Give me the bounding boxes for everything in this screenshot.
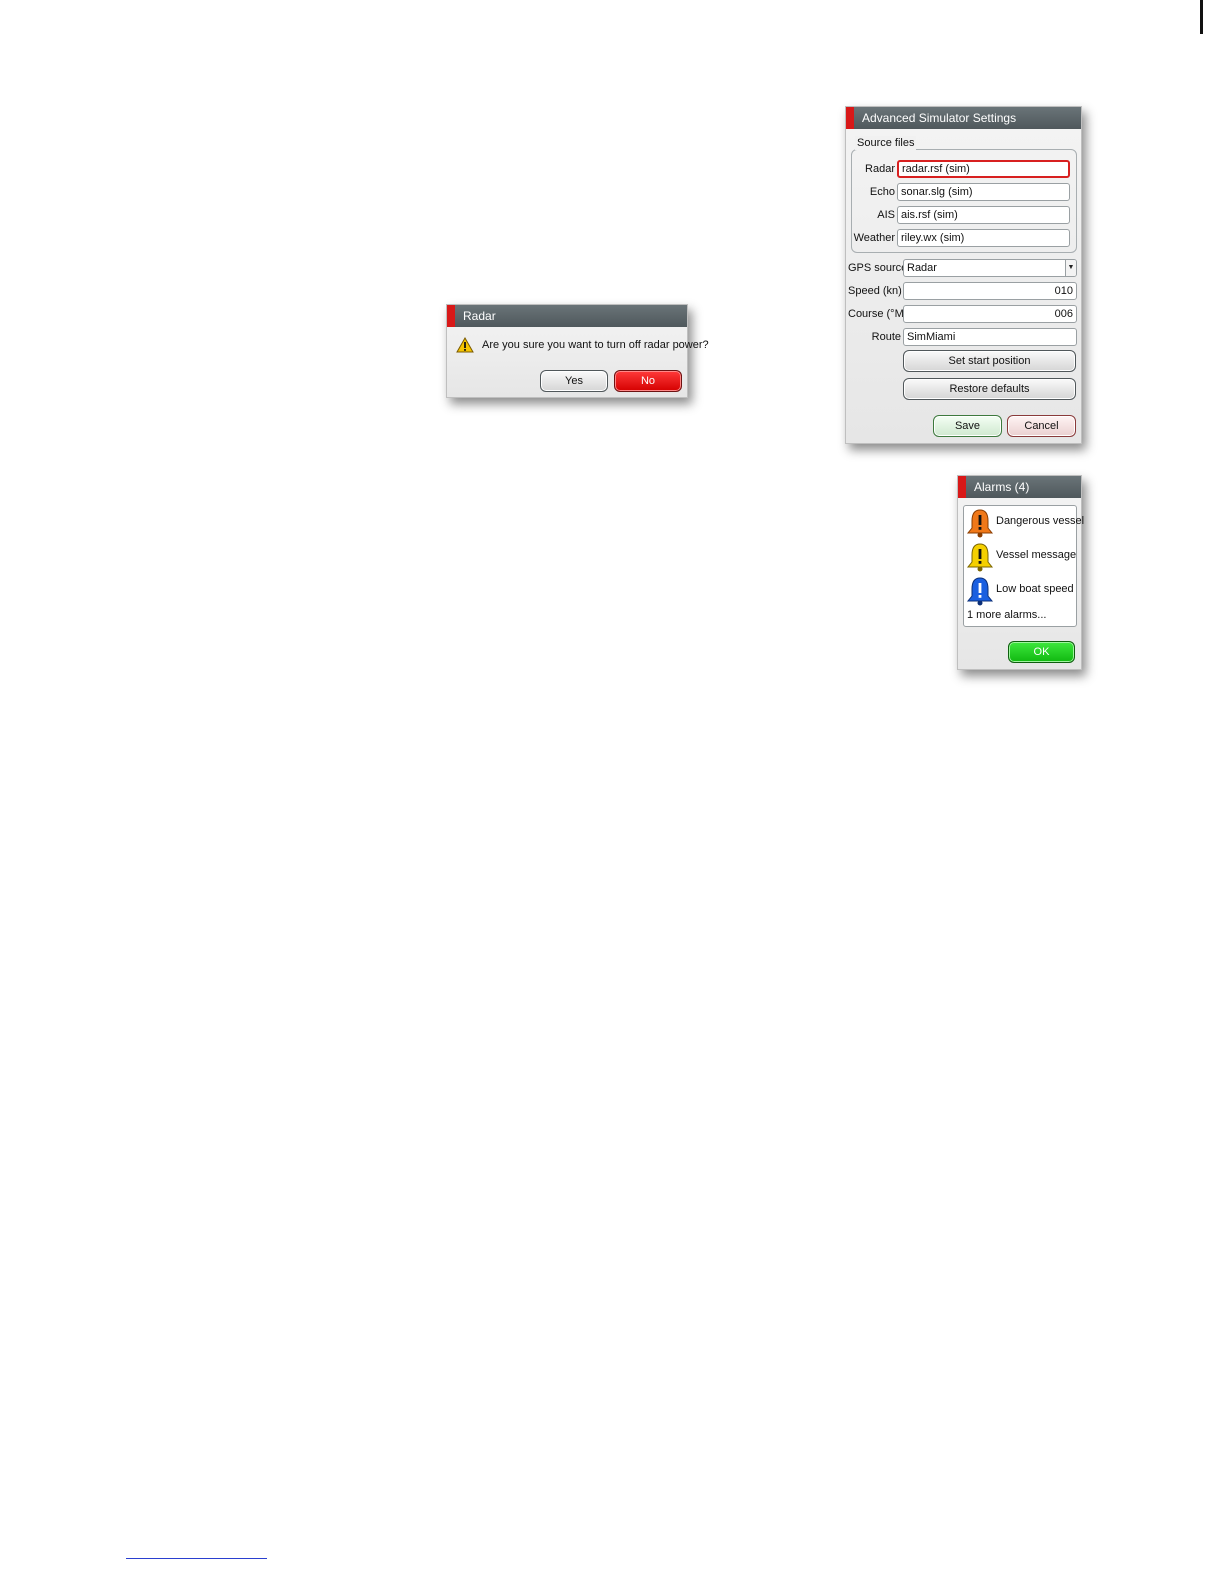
restore-defaults-button[interactable]: Restore defaults — [903, 378, 1076, 400]
radar-file-field[interactable]: radar.rsf (sim) — [897, 160, 1070, 178]
echo-file-label: Echo — [869, 186, 895, 198]
route-label: Route — [871, 331, 901, 343]
course-field[interactable]: 006 — [903, 305, 1077, 323]
echo-file-field[interactable]: sonar.slg (sim) — [897, 183, 1070, 201]
route-field[interactable]: SimMiami — [903, 328, 1077, 346]
alarm-item[interactable]: Dangerous vessel — [966, 508, 1084, 538]
ais-file-label: AIS — [877, 209, 895, 221]
radar-dialog-message: Are you sure you want to turn off radar … — [482, 339, 709, 351]
alarms-dialog-titlebar: Alarms (4) — [958, 476, 1081, 498]
alarms-dialog: Alarms (4) Dangerous vessel Vessel messa… — [957, 475, 1084, 670]
weather-file-label: Weather — [853, 232, 895, 244]
alarms-dialog-title: Alarms (4) — [974, 480, 1030, 494]
alarm-text: Vessel message — [996, 549, 1077, 561]
alarm-list: Dangerous vessel Vessel message Low boat… — [963, 505, 1084, 627]
blue-alarm-bell-icon — [966, 577, 994, 606]
radar-file-label: Radar — [865, 163, 895, 175]
title-accent — [958, 476, 966, 498]
save-button[interactable]: Save — [933, 415, 1002, 437]
weather-file-field[interactable]: riley.wx (sim) — [897, 229, 1070, 247]
speed-field[interactable]: 010 — [903, 282, 1077, 300]
ok-button[interactable]: OK — [1008, 641, 1075, 663]
cancel-button[interactable]: Cancel — [1007, 415, 1076, 437]
radar-confirm-dialog: Radar Are you sure you want to turn off … — [446, 304, 709, 398]
course-label: Course (°M) — [848, 308, 908, 320]
radar-dialog-titlebar: Radar — [447, 305, 687, 327]
alarm-text: Low boat speed — [996, 583, 1074, 595]
yellow-alarm-bell-icon — [966, 543, 994, 572]
chevron-down-icon[interactable]: ▼ — [1065, 260, 1076, 276]
radar-dialog-title: Radar — [463, 309, 496, 323]
footer-rule — [126, 1558, 267, 1559]
title-accent — [846, 107, 854, 129]
more-alarms-link[interactable]: 1 more alarms... — [967, 609, 1046, 621]
alarm-item[interactable]: Low boat speed — [966, 576, 1076, 606]
orange-alarm-bell-icon — [966, 509, 994, 538]
alarm-item[interactable]: Vessel message — [966, 542, 1076, 572]
no-button[interactable]: No — [614, 370, 682, 392]
warning-icon — [456, 336, 474, 358]
ais-file-field[interactable]: ais.rsf (sim) — [897, 206, 1070, 224]
gps-source-select[interactable]: Radar ▼ — [903, 259, 1077, 277]
set-start-position-button[interactable]: Set start position — [903, 350, 1076, 372]
gps-source-label: GPS source — [848, 262, 908, 274]
simulator-dialog-titlebar: Advanced Simulator Settings — [846, 107, 1081, 129]
speed-label: Speed (kn) — [848, 285, 902, 297]
simulator-dialog-title: Advanced Simulator Settings — [862, 111, 1017, 125]
page-edge-line — [1200, 0, 1203, 34]
simulator-settings-dialog: Advanced Simulator Settings Source files… — [845, 106, 1082, 444]
source-files-legend: Source files — [855, 136, 917, 150]
yes-button[interactable]: Yes — [540, 370, 608, 392]
title-accent — [447, 305, 455, 327]
alarm-text: Dangerous vessel — [996, 515, 1085, 527]
gps-source-value: Radar — [907, 262, 937, 274]
